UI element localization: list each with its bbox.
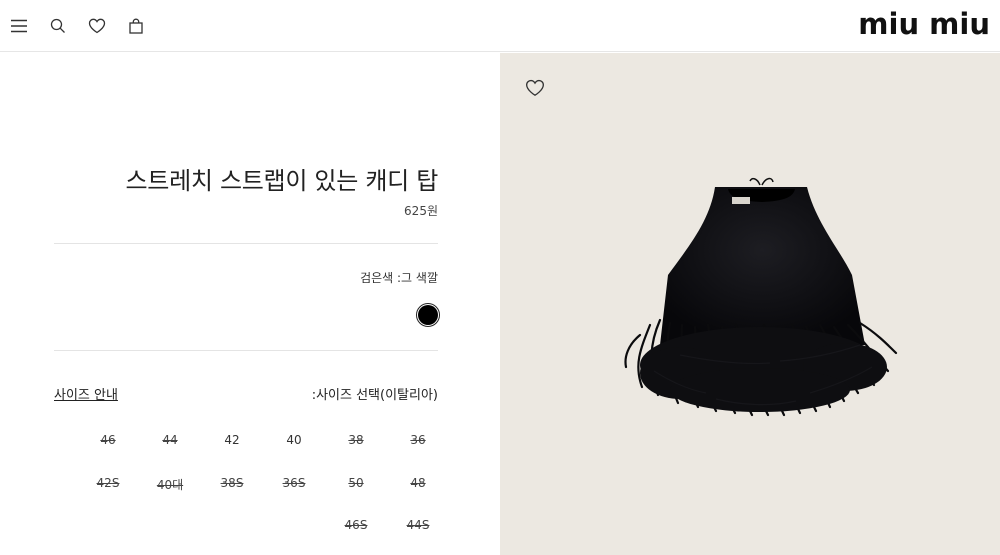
size-option[interactable]: 36 [393, 433, 443, 447]
size-option[interactable]: 42S [83, 476, 133, 490]
color-swatch-black[interactable] [416, 303, 440, 327]
size-option[interactable]: 44S [393, 518, 443, 532]
size-option[interactable]: 40대 [145, 476, 195, 493]
product-price: 625원 [404, 204, 438, 218]
size-option[interactable]: 36S [269, 476, 319, 490]
search-icon[interactable] [45, 13, 71, 39]
size-option[interactable]: 46S [331, 518, 381, 532]
size-option[interactable]: 50 [331, 476, 381, 490]
size-select-label: :사이즈 선택(이탈리아) [311, 388, 438, 403]
size-option[interactable]: 44 [145, 433, 195, 447]
shopping-bag-icon[interactable] [123, 13, 149, 39]
product-image-panel [500, 53, 1000, 555]
heart-icon[interactable] [525, 79, 545, 99]
divider [54, 350, 438, 351]
size-option[interactable]: 42 [207, 433, 257, 447]
size-option[interactable]: 38S [207, 476, 257, 490]
product-title: 스트레치 스트랩이 있는 캐디 탑 [125, 167, 439, 195]
site-header: miu miu [0, 0, 1000, 52]
color-swatch-fill [418, 305, 438, 325]
size-option[interactable]: 46 [83, 433, 133, 447]
divider [54, 243, 438, 244]
size-option[interactable]: 40 [269, 433, 319, 447]
brand-logo[interactable]: miu miu [858, 6, 990, 42]
size-option[interactable]: 38 [331, 433, 381, 447]
product-info-panel: 스트레치 스트랩이 있는 캐디 탑 625원 검은색 :그 색깔 사이즈 안내 … [0, 53, 500, 555]
heart-icon[interactable] [84, 13, 110, 39]
size-guide-link[interactable]: 사이즈 안내 [54, 384, 118, 403]
color-label: 검은색 :그 색깔 [360, 271, 438, 285]
menu-icon[interactable] [6, 13, 32, 39]
size-option[interactable]: 48 [393, 476, 443, 490]
product-image [624, 177, 898, 417]
